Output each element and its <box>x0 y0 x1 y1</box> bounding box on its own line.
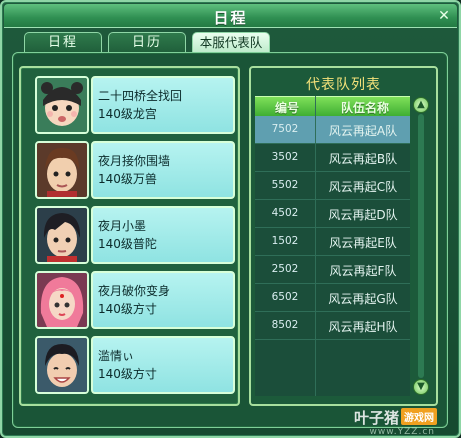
player-info: 滥情ぃ 140级方寸 <box>91 336 235 394</box>
scroll-track[interactable] <box>418 114 424 378</box>
player-card[interactable]: 夜月接你围墙 140级万兽 <box>35 141 235 199</box>
team-table: 7502 风云再起A队 3502 风云再起B队 5502 风云再起C队 4502… <box>255 116 410 396</box>
close-icon[interactable]: ✕ <box>435 7 453 25</box>
scroll-down-icon[interactable]: ▼ <box>413 379 429 395</box>
smiling-boy-avatar-icon <box>35 336 89 394</box>
pink-hair-girl-avatar-icon <box>35 271 89 329</box>
watermark-logo: 叶子猪 游戏网 <box>354 407 437 428</box>
team-name: 风云再起D队 <box>328 208 398 222</box>
team-name: 风云再起F队 <box>329 264 397 278</box>
team-number: 1502 <box>271 235 299 247</box>
tab-server-team[interactable]: 本服代表队 <box>192 32 270 52</box>
tab-calendar[interactable]: 日历 <box>108 32 186 52</box>
player-level: 140级万兽 <box>98 172 157 186</box>
watermark-tag: 游戏网 <box>401 408 437 425</box>
team-number: 3502 <box>271 151 299 163</box>
team-number: 5502 <box>271 179 299 191</box>
team-name: 风云再起E队 <box>329 236 397 250</box>
team-number: 8502 <box>271 319 299 331</box>
player-info: 夜月破你变身 140级方寸 <box>91 271 235 329</box>
table-row[interactable]: 2502 风云再起F队 <box>255 256 410 284</box>
team-name: 风云再起H队 <box>328 320 398 334</box>
panda-hat-avatar-icon <box>35 76 89 134</box>
player-name: 二十四桥全找回 <box>98 89 183 103</box>
team-name: 风云再起A队 <box>328 124 398 138</box>
table-row[interactable]: 3502 风云再起B队 <box>255 144 410 172</box>
player-list: 二十四桥全找回 140级龙宫 夜月接你围墙 140级万兽 夜月小墨 140级普陀… <box>19 66 240 406</box>
player-level: 140级方寸 <box>98 302 157 316</box>
team-list-scrollbar[interactable]: ▲ ▼ <box>412 96 430 396</box>
player-info: 夜月小墨 140级普陀 <box>91 206 235 264</box>
title-bar[interactable]: 日程 ✕ <box>4 4 457 28</box>
player-level: 140级普陀 <box>98 237 157 251</box>
team-name: 风云再起B队 <box>328 152 398 166</box>
player-card[interactable]: 二十四桥全找回 140级龙宫 <box>35 76 235 134</box>
column-divider <box>315 96 316 396</box>
watermark-url: www.YZZ.cn <box>369 427 435 437</box>
watermark-brand: 叶子猪 <box>353 409 399 427</box>
table-row[interactable]: 5502 风云再起C队 <box>255 172 410 200</box>
brown-hair-boy-avatar-icon <box>35 141 89 199</box>
player-name: 夜月接你围墙 <box>98 154 171 168</box>
player-level: 140级龙宫 <box>98 107 157 121</box>
window-title: 日程 <box>213 9 248 27</box>
column-header-team-name: 队伍名称 <box>341 101 390 115</box>
table-row[interactable]: 6502 风云再起G队 <box>255 284 410 312</box>
table-row[interactable]: 7502 风云再起A队 <box>255 116 410 144</box>
player-card[interactable]: 夜月破你变身 140级方寸 <box>35 271 235 329</box>
black-hair-boy-avatar-icon <box>35 206 89 264</box>
tab-schedule[interactable]: 日程 <box>24 32 102 52</box>
player-name: 夜月破你变身 <box>98 284 171 298</box>
player-name: 滥情ぃ <box>98 349 135 363</box>
team-name: 风云再起G队 <box>328 292 398 306</box>
player-name: 夜月小墨 <box>98 219 147 233</box>
team-number: 7502 <box>271 123 299 135</box>
table-row[interactable]: 1502 风云再起E队 <box>255 228 410 256</box>
team-number: 4502 <box>271 207 299 219</box>
player-card[interactable]: 夜月小墨 140级普陀 <box>35 206 235 264</box>
team-name: 风云再起C队 <box>328 180 398 194</box>
player-level: 140级方寸 <box>98 367 157 381</box>
scroll-up-icon[interactable]: ▲ <box>413 97 429 113</box>
column-header-number: 编号 <box>275 101 300 115</box>
player-info: 二十四桥全找回 140级龙宫 <box>91 76 235 134</box>
team-list-title: 代表队列表 <box>306 77 381 93</box>
team-number: 2502 <box>271 263 299 275</box>
table-row[interactable]: 4502 风云再起D队 <box>255 200 410 228</box>
team-number: 6502 <box>271 291 299 303</box>
player-info: 夜月接你围墙 140级万兽 <box>91 141 235 199</box>
player-card[interactable]: 滥情ぃ 140级方寸 <box>35 336 235 394</box>
team-table-header: 编号 队伍名称 <box>255 96 410 116</box>
table-row[interactable]: 8502 风云再起H队 <box>255 312 410 340</box>
